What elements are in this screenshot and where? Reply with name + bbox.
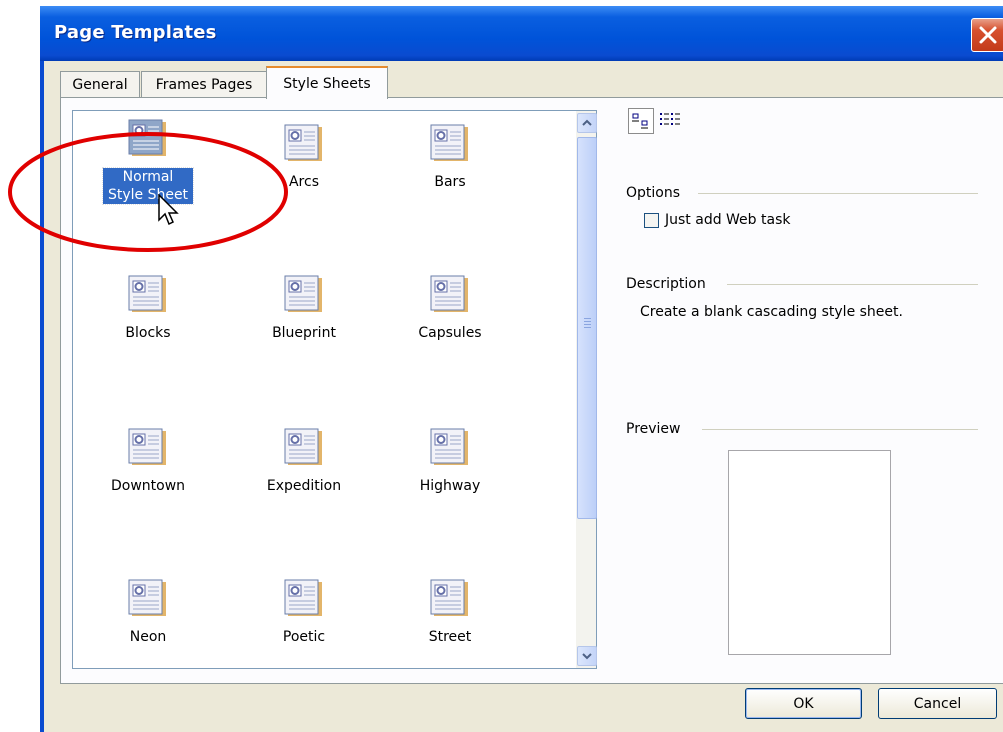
details-view-button[interactable] xyxy=(657,108,683,134)
template-label: Normal Style Sheet xyxy=(102,167,194,205)
ok-button[interactable]: OK xyxy=(745,688,862,719)
tab-style-sheets[interactable]: Style Sheets xyxy=(266,66,388,99)
style-sheet-file-icon xyxy=(284,428,322,465)
template-list[interactable]: Normal Style Sheet Arcs Bars Blocks Blue… xyxy=(72,110,597,669)
template-normal-style-sheet[interactable]: Normal Style Sheet xyxy=(93,118,203,230)
template-label: Arcs xyxy=(288,174,320,190)
large-icons-view-button[interactable] xyxy=(628,108,654,134)
chevron-down-icon xyxy=(582,653,592,660)
scroll-down-button[interactable] xyxy=(577,646,597,666)
tab-panel: Normal Style Sheet Arcs Bars Blocks Blue… xyxy=(60,97,1003,684)
template-label: Capsules xyxy=(418,325,482,341)
thumb-grip xyxy=(584,327,591,328)
tab-frames-pages[interactable]: Frames Pages xyxy=(141,71,267,97)
thumb-grip xyxy=(584,318,591,319)
preview-divider xyxy=(702,429,978,430)
style-sheet-file-icon xyxy=(128,579,166,616)
template-label: Neon xyxy=(129,629,167,645)
style-sheet-file-icon xyxy=(128,119,166,156)
style-sheet-file-icon xyxy=(284,579,322,616)
description-label: Description xyxy=(626,276,706,292)
description-divider xyxy=(727,284,978,285)
vertical-scrollbar[interactable] xyxy=(576,111,597,668)
chevron-up-icon xyxy=(582,119,592,126)
options-label: Options xyxy=(626,185,681,201)
details-view-icon xyxy=(660,113,680,125)
style-sheet-file-icon xyxy=(430,124,468,161)
options-divider xyxy=(698,193,978,194)
tab-general[interactable]: General xyxy=(60,71,140,97)
style-sheet-file-icon xyxy=(430,579,468,616)
close-icon xyxy=(979,26,997,44)
style-sheet-file-icon xyxy=(430,275,468,312)
scroll-up-button[interactable] xyxy=(577,113,597,133)
template-label: Bars xyxy=(434,174,466,190)
template-label: Blocks xyxy=(125,325,171,341)
preview-pane xyxy=(728,450,891,655)
close-button[interactable] xyxy=(971,18,1003,52)
title-bar[interactable]: Page Templates xyxy=(40,6,1003,61)
style-sheet-file-icon xyxy=(284,275,322,312)
template-label: Poetic xyxy=(282,629,326,645)
dialog-window: Page Templates General Frames Pages Styl… xyxy=(40,6,1003,732)
style-sheet-file-icon xyxy=(128,428,166,465)
just-add-web-task-checkbox[interactable] xyxy=(644,213,659,228)
template-label: Downtown xyxy=(110,478,186,494)
dialog-title: Page Templates xyxy=(54,22,217,43)
window-border xyxy=(40,61,44,732)
thumb-grip xyxy=(584,324,591,325)
style-sheet-file-icon xyxy=(284,124,322,161)
template-label: Expedition xyxy=(266,478,342,494)
template-label: Blueprint xyxy=(272,325,336,341)
style-sheet-file-icon xyxy=(128,275,166,312)
template-label: Highway xyxy=(419,478,481,494)
large-icons-view-icon xyxy=(632,113,648,129)
scroll-thumb[interactable] xyxy=(577,137,597,519)
preview-label: Preview xyxy=(626,421,681,437)
just-add-web-task-label[interactable]: Just add Web task xyxy=(665,212,790,228)
style-sheet-file-icon xyxy=(430,428,468,465)
cancel-button[interactable]: Cancel xyxy=(878,688,997,719)
template-label: Street xyxy=(428,629,472,645)
description-text: Create a blank cascading style sheet. xyxy=(640,304,903,320)
thumb-grip xyxy=(584,321,591,322)
